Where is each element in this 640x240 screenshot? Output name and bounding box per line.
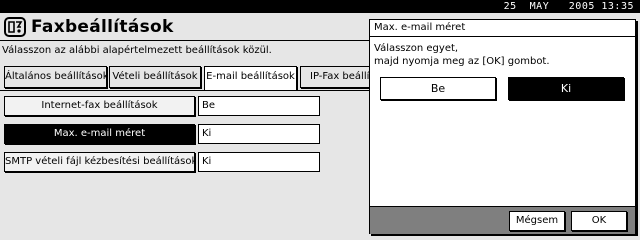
dialog-footer: Mégsem OK: [370, 206, 635, 234]
instruction-text: Válasszon az alábbi alapértelmezett beál…: [2, 45, 272, 56]
internet-fax-settings-button[interactable]: Internet-fax beállítások: [4, 96, 195, 116]
tab-general-settings[interactable]: Általános beállítások: [4, 66, 107, 88]
dialog-title-divider: [370, 36, 635, 37]
fax-settings-icon: [4, 17, 26, 37]
setting-value: Be: [198, 96, 320, 116]
tab-ipfax-settings[interactable]: IP-Fax beállítások: [300, 66, 372, 88]
dialog-message: Válasszon egyet,: [374, 43, 459, 54]
tab-bar: Általános beállítások Vételi beállítások…: [0, 66, 372, 91]
setting-row: Max. e-mail méret Ki: [4, 124, 320, 144]
option-off-button[interactable]: Ki: [508, 77, 624, 100]
setting-row: Internet-fax beállítások Be: [4, 96, 320, 116]
dialog-title: Max. e-mail méret: [374, 22, 466, 33]
max-email-size-button[interactable]: Max. e-mail méret: [4, 124, 195, 144]
option-on-button[interactable]: Be: [380, 77, 496, 100]
smtp-rx-file-delivery-button[interactable]: SMTP vételi fájl kézbesítési beállítások: [4, 152, 195, 172]
tab-receive-settings[interactable]: Vételi beállítások: [109, 66, 201, 88]
dialog-message: majd nyomja meg az [OK] gombot.: [374, 56, 550, 67]
date-time-display: 25 MAY 2005 13:35: [503, 1, 634, 12]
page-title: Faxbeállítások: [31, 17, 174, 37]
setting-value: Ki: [198, 124, 320, 144]
status-bar: 25 MAY 2005 13:35: [0, 0, 640, 13]
setting-value: Ki: [198, 152, 320, 172]
setting-row: SMTP vételi fájl kézbesítési beállítások…: [4, 152, 320, 172]
max-email-size-dialog: Max. e-mail méret Válasszon egyet, majd …: [369, 19, 636, 234]
title-row: Faxbeállítások: [4, 16, 174, 38]
tab-baseline: [0, 90, 372, 91]
ok-button[interactable]: OK: [571, 211, 627, 231]
tab-email-settings[interactable]: E-mail beállítások: [204, 66, 297, 90]
title-divider: [0, 40, 372, 41]
cancel-button[interactable]: Mégsem: [509, 211, 565, 231]
